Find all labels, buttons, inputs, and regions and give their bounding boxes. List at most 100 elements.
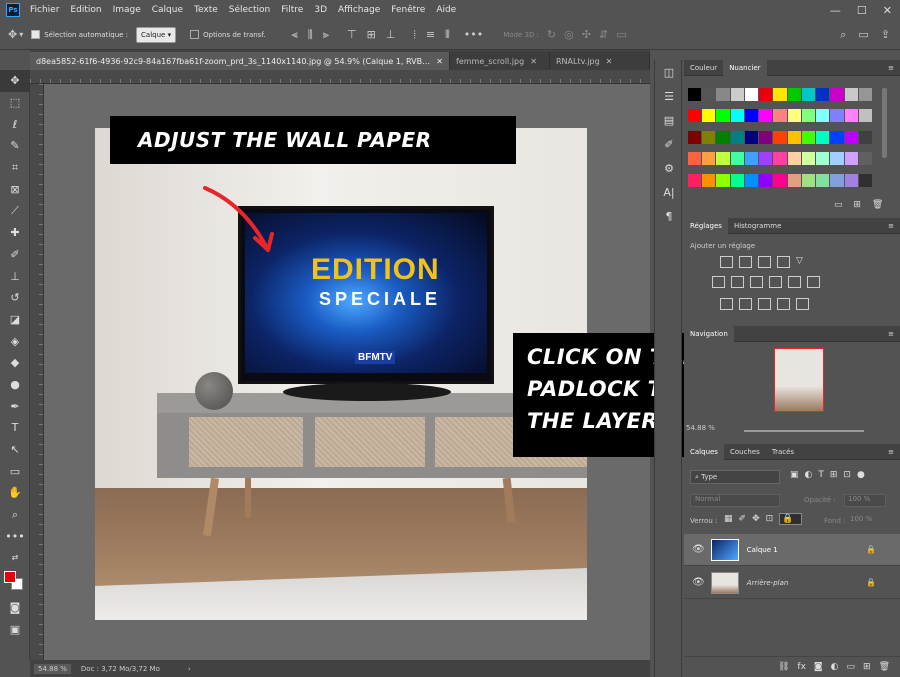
black-white-icon[interactable] — [750, 276, 763, 288]
color-swatch[interactable] — [730, 152, 744, 166]
color-swatch[interactable] — [858, 152, 872, 166]
color-swatch[interactable] — [816, 152, 830, 166]
maximize-icon[interactable]: ☐ — [857, 4, 867, 17]
color-swatch[interactable] — [730, 130, 744, 144]
color-swatch[interactable] — [716, 88, 730, 101]
actions-icon[interactable]: ▤ — [655, 108, 683, 132]
color-lookup-icon[interactable] — [807, 276, 820, 288]
tab-calques[interactable]: Calques — [684, 443, 724, 460]
color-swatch[interactable] — [816, 130, 830, 144]
workspace-icon[interactable]: ▭ — [858, 28, 868, 41]
auto-select-target-select[interactable]: Calque ▾ — [136, 26, 177, 43]
menu-calque[interactable]: Calque — [152, 5, 183, 15]
foreground-color[interactable] — [4, 570, 16, 583]
align-bottom-icon[interactable]: ⊥ — [386, 28, 396, 41]
tab-document-1[interactable]: d8ea5852-61f6-4936-92c9-84a167fba61f-zoo… — [30, 52, 450, 70]
color-swatch[interactable] — [801, 130, 816, 144]
layer-filter-select[interactable]: ⌕ Type — [690, 470, 780, 484]
curves-icon[interactable] — [758, 256, 771, 268]
threshold-icon[interactable] — [758, 298, 771, 310]
visibility-eye-icon[interactable]: 👁 — [692, 577, 705, 588]
status-menu-icon[interactable]: › — [188, 665, 191, 673]
blend-mode-select[interactable]: Normal — [690, 494, 780, 507]
color-swatch[interactable] — [702, 152, 716, 166]
color-swatch[interactable] — [801, 88, 816, 101]
lock-artboard-icon[interactable]: ⊡ — [766, 514, 780, 524]
color-swatch[interactable] — [844, 88, 858, 101]
tab-traces[interactable]: Tracés — [766, 444, 800, 460]
search-icon[interactable]: ⌕ — [840, 28, 846, 42]
color-swatch[interactable] — [787, 130, 801, 144]
color-swatch[interactable] — [830, 130, 844, 144]
roll-3d-icon[interactable]: ◎ — [564, 28, 574, 41]
lock-all-icon[interactable]: 🔒 — [779, 513, 803, 525]
marquee-tool-icon[interactable]: ⬚ — [0, 92, 30, 114]
panel-menu-icon[interactable]: ≡ — [888, 448, 894, 456]
auto-select-checkbox[interactable] — [31, 30, 41, 39]
rotate-3d-icon[interactable]: ↻ — [547, 28, 556, 41]
move-tool-icon[interactable]: ✥ — [8, 28, 17, 41]
color-swatch[interactable] — [787, 173, 801, 187]
color-swatch[interactable] — [773, 109, 787, 123]
color-swatch[interactable] — [744, 173, 759, 187]
color-balance-icon[interactable] — [731, 276, 744, 288]
color-swatch[interactable] — [816, 88, 830, 101]
color-swatch[interactable] — [702, 88, 716, 101]
distribute-h-icon[interactable]: ⫴ — [445, 28, 450, 42]
delete-swatch-icon[interactable]: 🗑 — [872, 200, 883, 210]
eyedropper-tool-icon[interactable]: ⟋ — [0, 200, 30, 222]
type-tool-icon[interactable]: T — [0, 417, 30, 439]
properties-icon[interactable]: ☰ — [655, 84, 683, 108]
lasso-tool-icon[interactable]: ℓ — [0, 113, 30, 135]
color-swatch[interactable] — [688, 109, 702, 123]
brightness-icon[interactable] — [720, 256, 733, 268]
tab-couleur[interactable]: Couleur — [684, 60, 723, 76]
layer-row[interactable]: 👁 Calque 1 🔒 — [684, 534, 900, 566]
menu-3d[interactable]: 3D — [314, 5, 327, 15]
align-center-icon[interactable]: ⫼ — [308, 28, 313, 42]
distribute-v-icon[interactable]: ≡ — [426, 28, 435, 41]
zoom-tool-icon[interactable]: ⌕ — [0, 504, 30, 526]
color-swatch[interactable] — [858, 109, 872, 123]
color-swatch[interactable] — [858, 130, 872, 144]
color-swatch[interactable] — [787, 109, 801, 123]
align-middle-icon[interactable]: ⊞ — [367, 28, 376, 41]
color-swatch[interactable] — [787, 88, 801, 101]
layer-name[interactable]: Calque 1 — [747, 546, 778, 554]
color-swatch[interactable] — [744, 88, 759, 101]
color-swatch[interactable] — [730, 173, 744, 187]
close-icon[interactable]: ✕ — [883, 4, 892, 17]
pen-tool-icon[interactable]: ✒ — [0, 395, 30, 417]
hue-sat-icon[interactable] — [712, 276, 725, 288]
color-swatch[interactable] — [830, 109, 844, 123]
layer-lock-icon[interactable]: 🔒 — [866, 578, 876, 587]
fill-input[interactable]: 100 % — [850, 515, 886, 527]
gradient-tool-icon[interactable]: ◈ — [0, 330, 30, 352]
color-swatch[interactable] — [688, 152, 702, 166]
color-swatch[interactable] — [830, 173, 844, 187]
panel-menu-icon[interactable]: ≡ — [888, 64, 894, 72]
align-left-icon[interactable]: ⫷ — [292, 28, 298, 42]
visibility-eye-icon[interactable]: 👁 — [692, 544, 705, 555]
opacity-input[interactable]: 100 % — [844, 494, 886, 507]
levels-icon[interactable] — [739, 256, 752, 268]
hand-tool-icon[interactable]: ✋ — [0, 482, 30, 504]
minimize-icon[interactable]: — — [830, 4, 841, 17]
drag-3d-icon[interactable]: ✣ — [582, 28, 591, 41]
layer-style-icon[interactable]: fx — [797, 662, 806, 672]
color-swatch[interactable] — [773, 173, 787, 187]
color-swatch[interactable] — [858, 88, 872, 101]
clone-source-icon[interactable]: ⚙ — [655, 156, 683, 180]
menu-fenetre[interactable]: Fenêtre — [391, 5, 425, 15]
color-swatch[interactable] — [716, 173, 730, 187]
tab-document-2[interactable]: femme_scroll.jpg ✕ — [450, 52, 550, 70]
filter-type-icon[interactable]: T — [818, 470, 830, 480]
align-top-icon[interactable]: ⊤ — [347, 28, 357, 41]
color-swatch[interactable] — [744, 109, 759, 123]
tab-histogramme[interactable]: Histogramme — [728, 218, 787, 234]
color-swatch[interactable] — [759, 173, 773, 187]
color-swatch[interactable] — [830, 152, 844, 166]
color-swatch[interactable] — [816, 109, 830, 123]
color-swatch[interactable] — [759, 109, 773, 123]
filter-pixel-icon[interactable]: ▣ — [790, 470, 805, 480]
